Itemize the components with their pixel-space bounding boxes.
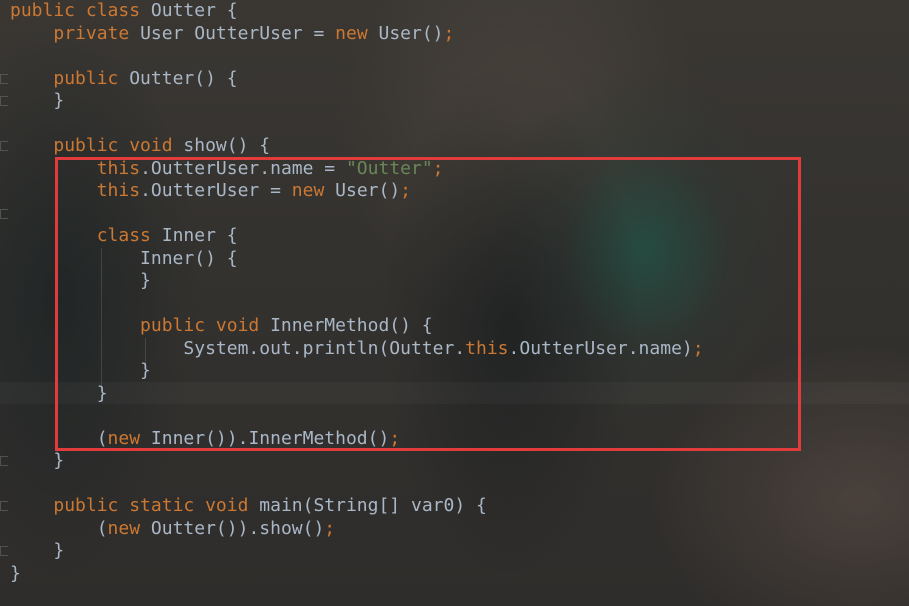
code-line[interactable]: } bbox=[10, 450, 704, 473]
code-line[interactable]: public Outter() { bbox=[10, 68, 704, 91]
keyword-token: new bbox=[335, 22, 379, 44]
code-editor[interactable]: public class Outter { private User Outte… bbox=[0, 0, 909, 606]
keyword-token: void bbox=[205, 495, 260, 516]
code-line[interactable]: public class Outter { bbox=[10, 0, 704, 23]
code-line[interactable] bbox=[10, 113, 704, 136]
code-line[interactable]: } bbox=[10, 90, 704, 113]
code-line[interactable]: public static void main(String[] var0) { bbox=[10, 495, 704, 518]
fold-marker-icon[interactable] bbox=[0, 74, 8, 84]
fold-marker-icon[interactable] bbox=[0, 141, 8, 151]
code-token: Outter()).show() bbox=[150, 517, 325, 539]
code-token: Outter { bbox=[150, 0, 238, 21]
code-line[interactable]: private User OutterUser = new User(); bbox=[10, 23, 704, 46]
keyword-token: static bbox=[129, 495, 206, 516]
code-token: } bbox=[10, 450, 65, 471]
code-token: Outter() { bbox=[129, 67, 238, 89]
code-line[interactable]: } bbox=[10, 540, 704, 563]
keyword-token: ; bbox=[324, 517, 336, 539]
code-token: } bbox=[10, 562, 21, 584]
code-line[interactable] bbox=[10, 45, 704, 68]
code-token: } bbox=[10, 90, 65, 111]
keyword-token: public bbox=[53, 135, 130, 156]
keyword-token: public bbox=[53, 495, 130, 516]
highlight-annotation-box bbox=[55, 157, 801, 451]
keyword-token: class bbox=[85, 0, 151, 21]
code-line[interactable] bbox=[10, 473, 704, 496]
fold-marker-icon[interactable] bbox=[0, 456, 8, 466]
fold-marker-icon[interactable] bbox=[0, 501, 8, 511]
keyword-token: private bbox=[53, 22, 141, 44]
keyword-token: new bbox=[107, 517, 151, 539]
keyword-token: public bbox=[53, 67, 130, 89]
keyword-token: ; bbox=[443, 22, 455, 44]
code-token: ( bbox=[10, 517, 108, 539]
code-line[interactable]: (new Outter()).show(); bbox=[10, 518, 704, 541]
code-token: show() { bbox=[183, 135, 271, 156]
fold-marker-icon[interactable] bbox=[0, 546, 8, 556]
code-line[interactable]: } bbox=[10, 563, 704, 586]
code-token: } bbox=[10, 540, 65, 561]
code-line[interactable]: public void show() { bbox=[10, 135, 704, 158]
code-token: User() bbox=[378, 22, 444, 44]
keyword-token: void bbox=[129, 135, 184, 156]
code-token: User OutterUser = bbox=[140, 22, 336, 44]
code-token: main(String[] var0) { bbox=[259, 495, 487, 516]
fold-marker-icon[interactable] bbox=[0, 96, 8, 106]
keyword-token: public bbox=[10, 0, 86, 21]
fold-marker-icon[interactable] bbox=[0, 209, 8, 219]
